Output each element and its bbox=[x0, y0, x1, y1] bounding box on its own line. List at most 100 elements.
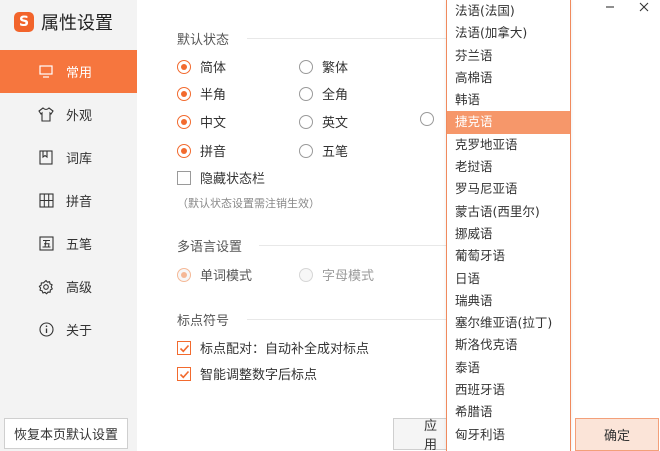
radio-full-width[interactable]: 全角 bbox=[299, 84, 348, 103]
minimize-icon[interactable] bbox=[598, 0, 622, 14]
list-item[interactable]: 西班牙语 bbox=[447, 379, 570, 401]
sidebar: S 属性设置 常用 外观 词库 拼音 五笔 高级 关于 恢复本页默认设置 bbox=[0, 0, 137, 451]
checkbox[interactable] bbox=[177, 340, 191, 355]
option-label: 智能调整数字后标点 bbox=[200, 368, 318, 383]
list-item[interactable]: 韩语 bbox=[447, 89, 570, 111]
option-label: 简体 bbox=[200, 61, 227, 76]
option-label: 半角 bbox=[200, 88, 227, 103]
language-dropdown-list[interactable]: 法语(法国) 法语(加拿大) 芬兰语 高棉语 韩语 捷克语 克罗地亚语 老挝语 … bbox=[446, 0, 571, 451]
list-item[interactable]: 瑞典语 bbox=[447, 290, 570, 312]
radio-simplified[interactable]: 简体 bbox=[177, 57, 226, 76]
sidebar-item-label: 常用 bbox=[66, 66, 93, 81]
grid-icon bbox=[37, 192, 55, 210]
list-item-selected[interactable]: 捷克语 bbox=[447, 111, 570, 134]
app-header: S 属性设置 bbox=[14, 7, 113, 37]
radio-button bbox=[177, 267, 191, 282]
apply-button[interactable]: 应用 bbox=[393, 418, 447, 451]
radio-pinyin[interactable]: 拼音 bbox=[177, 141, 226, 160]
list-item[interactable]: 克罗地亚语 bbox=[447, 134, 570, 156]
option-label: 标点配对：自动补全成对标点 bbox=[200, 342, 370, 357]
sidebar-item-appearance[interactable]: 外观 bbox=[0, 93, 137, 136]
monitor-icon bbox=[37, 63, 55, 81]
app-title: 属性设置 bbox=[41, 13, 113, 34]
sogou-logo-icon: S bbox=[14, 12, 34, 32]
radio-button[interactable] bbox=[177, 143, 191, 158]
smart-number-punct-checkbox[interactable]: 智能调整数字后标点 bbox=[177, 364, 317, 383]
sidebar-item-pinyin[interactable]: 拼音 bbox=[0, 179, 137, 222]
list-item[interactable]: 蒙古语(西里尔) bbox=[447, 201, 570, 223]
radio-wubi[interactable]: 五笔 bbox=[299, 141, 348, 160]
list-item[interactable]: 希腊语 bbox=[447, 401, 570, 423]
list-item[interactable]: 泰语 bbox=[447, 357, 570, 379]
section-divider bbox=[259, 245, 447, 246]
option-label: 英文 bbox=[322, 116, 349, 131]
option-label: 五笔 bbox=[322, 145, 349, 160]
ok-button[interactable]: 确定 bbox=[575, 418, 659, 451]
book-icon bbox=[37, 149, 55, 167]
radio-letter-mode: 字母模式 bbox=[299, 265, 374, 284]
close-icon[interactable] bbox=[632, 0, 656, 14]
radio-button bbox=[299, 267, 313, 282]
wubi-icon bbox=[37, 235, 55, 253]
radio-button[interactable] bbox=[177, 86, 191, 101]
default-state-note: （默认状态设置需注销生效） bbox=[177, 197, 320, 210]
list-item[interactable]: 斯洛伐克语 bbox=[447, 334, 570, 356]
radio-button[interactable] bbox=[299, 59, 313, 74]
gear-icon bbox=[37, 278, 55, 296]
radio-traditional[interactable]: 繁体 bbox=[299, 57, 348, 76]
list-item[interactable]: 葡萄牙语 bbox=[447, 245, 570, 267]
list-item[interactable]: 匈牙利语 bbox=[447, 424, 570, 446]
list-item[interactable]: 法语(法国) bbox=[447, 0, 570, 22]
list-item[interactable]: 挪威语 bbox=[447, 223, 570, 245]
sidebar-item-wubi[interactable]: 五笔 bbox=[0, 222, 137, 265]
section-title-multilang: 多语言设置 bbox=[177, 240, 243, 255]
radio-button[interactable] bbox=[299, 86, 313, 101]
section-divider bbox=[247, 319, 447, 320]
hide-status-bar-checkbox[interactable]: 隐藏状态栏 bbox=[177, 168, 265, 187]
sidebar-item-about[interactable]: 关于 bbox=[0, 308, 137, 351]
sidebar-item-label: 词库 bbox=[66, 152, 93, 167]
radio-button[interactable] bbox=[420, 112, 434, 126]
radio-language-select[interactable] bbox=[420, 112, 443, 126]
option-label: 单词模式 bbox=[200, 269, 253, 284]
sidebar-item-label: 五笔 bbox=[66, 238, 93, 253]
sidebar-item-label: 外观 bbox=[66, 109, 93, 124]
list-item[interactable]: 法语(加拿大) bbox=[447, 22, 570, 44]
sidebar-item-label: 拼音 bbox=[66, 195, 93, 210]
sidebar-item-common[interactable]: 常用 bbox=[0, 50, 137, 93]
option-label: 拼音 bbox=[200, 145, 227, 160]
option-label: 中文 bbox=[200, 116, 227, 131]
radio-word-mode: 单词模式 bbox=[177, 265, 252, 284]
list-item[interactable]: 日语 bbox=[447, 268, 570, 290]
list-item[interactable]: 罗马尼亚语 bbox=[447, 178, 570, 200]
list-item[interactable]: 塞尔维亚语(拉丁) bbox=[447, 312, 570, 334]
option-label: 繁体 bbox=[322, 61, 349, 76]
option-label: 隐藏状态栏 bbox=[200, 172, 266, 187]
radio-button[interactable] bbox=[177, 59, 191, 74]
radio-button[interactable] bbox=[177, 114, 191, 129]
sidebar-item-dictionary[interactable]: 词库 bbox=[0, 136, 137, 179]
sidebar-item-label: 关于 bbox=[66, 324, 93, 339]
section-title-punctuation: 标点符号 bbox=[177, 314, 230, 329]
radio-english[interactable]: 英文 bbox=[299, 112, 348, 131]
reset-defaults-button[interactable]: 恢复本页默认设置 bbox=[4, 418, 128, 449]
section-divider bbox=[247, 38, 447, 39]
radio-button[interactable] bbox=[299, 143, 313, 158]
sidebar-item-label: 高级 bbox=[66, 281, 93, 296]
radio-button[interactable] bbox=[299, 114, 313, 129]
list-item[interactable]: 芬兰语 bbox=[447, 45, 570, 67]
info-icon bbox=[37, 321, 55, 339]
list-item[interactable]: 老挝语 bbox=[447, 156, 570, 178]
shirt-icon bbox=[37, 106, 55, 124]
checkbox[interactable] bbox=[177, 170, 191, 185]
radio-half-width[interactable]: 半角 bbox=[177, 84, 226, 103]
auto-pair-punct-checkbox[interactable]: 标点配对：自动补全成对标点 bbox=[177, 338, 369, 357]
sidebar-item-advanced[interactable]: 高级 bbox=[0, 265, 137, 308]
list-item[interactable]: 高棉语 bbox=[447, 67, 570, 89]
radio-chinese[interactable]: 中文 bbox=[177, 112, 226, 131]
sidebar-nav: 常用 外观 词库 拼音 五笔 高级 关于 bbox=[0, 50, 137, 351]
section-title-default-state: 默认状态 bbox=[177, 33, 230, 48]
checkbox[interactable] bbox=[177, 366, 191, 381]
option-label: 字母模式 bbox=[322, 269, 375, 284]
settings-panel: 默认状态 简体 繁体 半角 全角 中文 英文 拼音 五笔 隐藏状态栏 （默认状态… bbox=[137, 0, 660, 451]
